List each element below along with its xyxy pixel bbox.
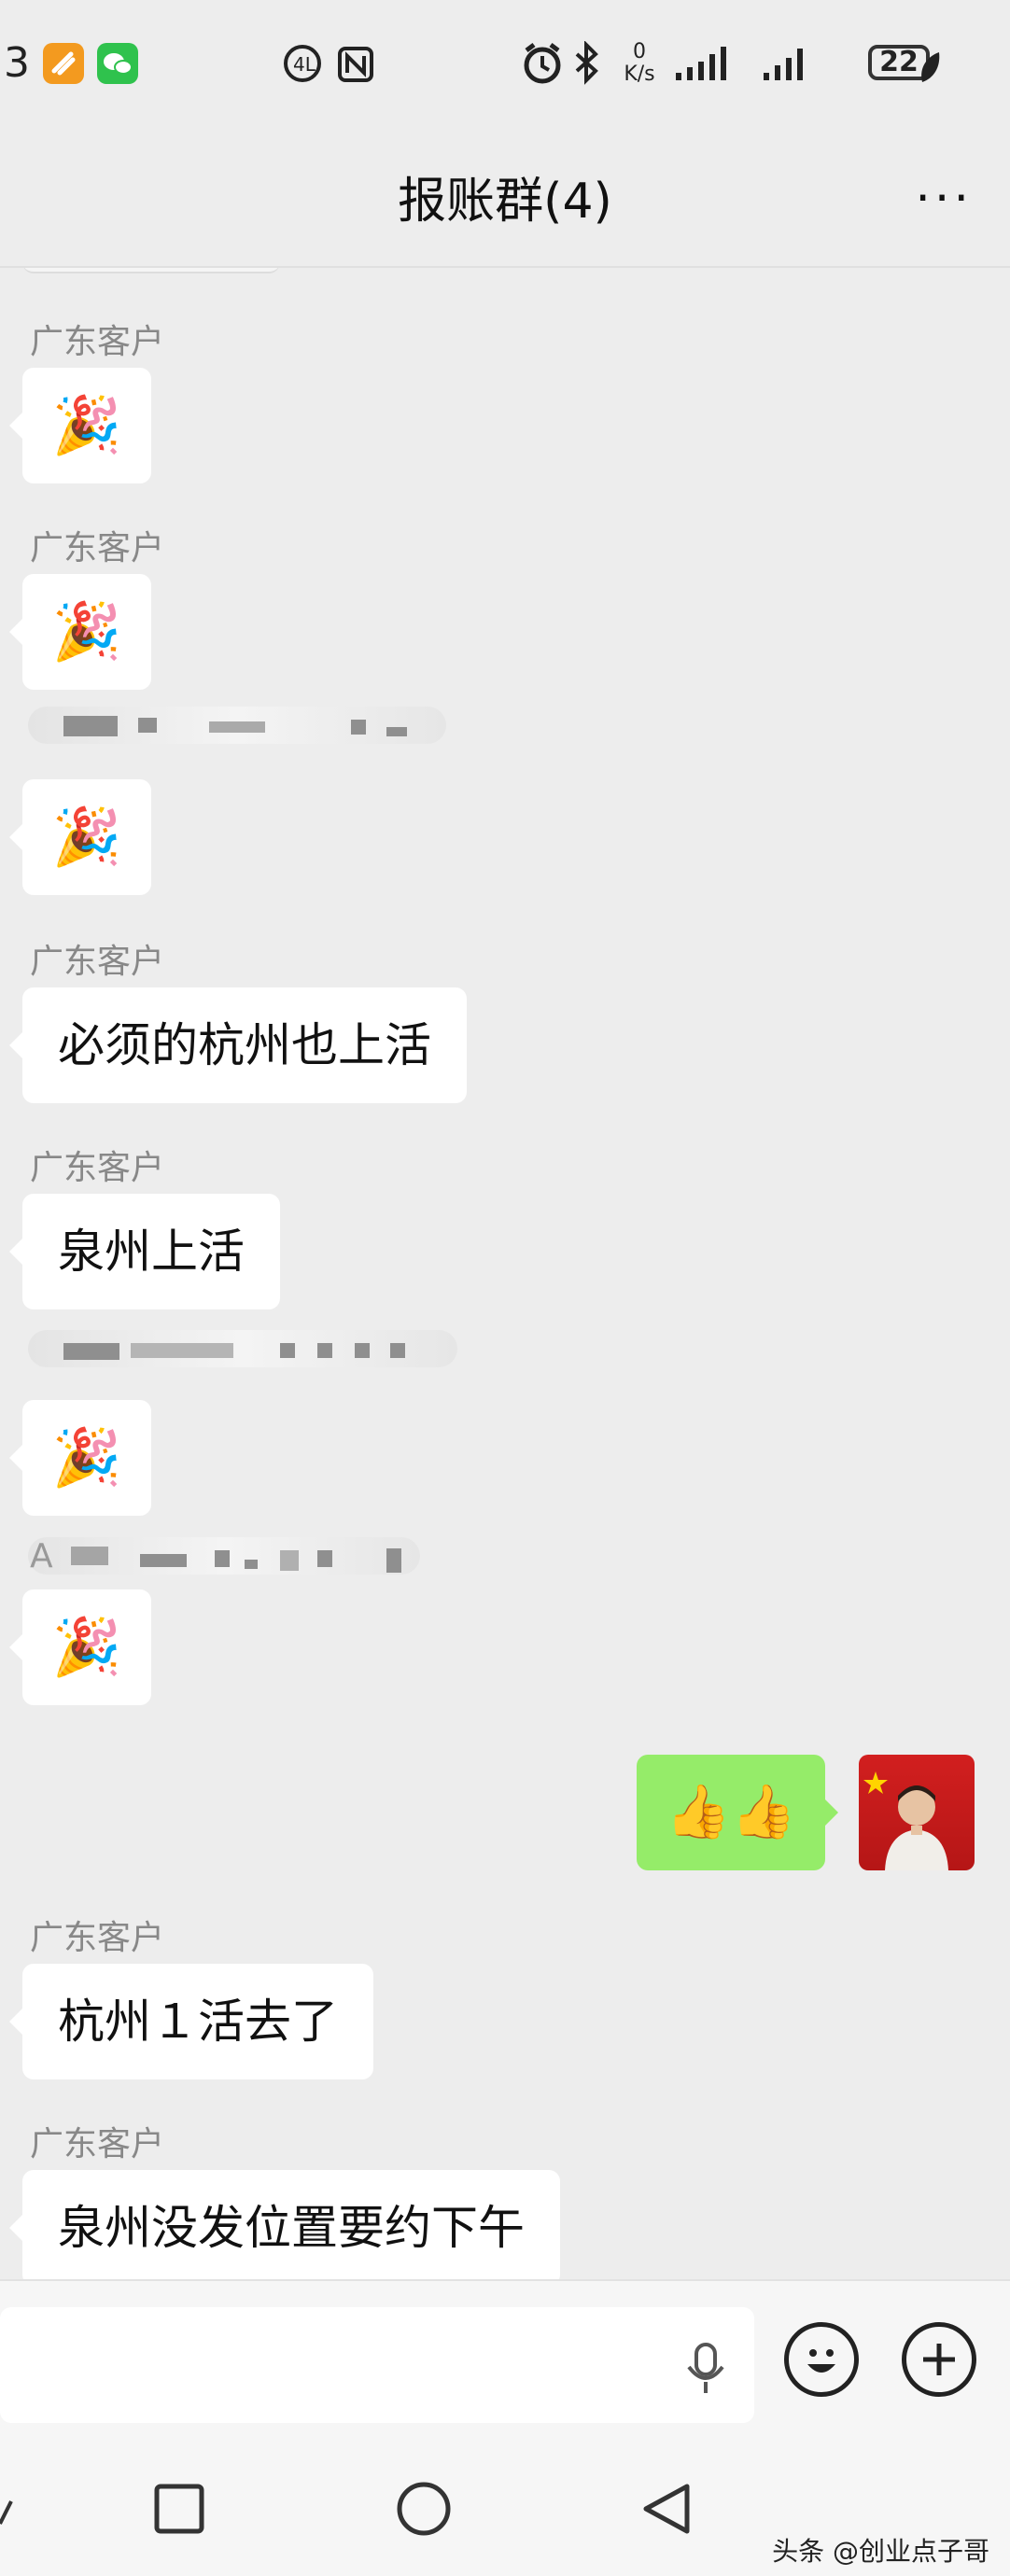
chat-title: 报账群(4): [398, 174, 612, 230]
more-options-button[interactable]: ···: [915, 171, 973, 227]
recents-square-icon[interactable]: [153, 2483, 205, 2539]
text-bubble[interactable]: 必须的杭州也上活: [9, 987, 467, 1103]
signal-icon-1: [676, 45, 743, 86]
pixel-block: [63, 716, 118, 736]
pixel-block: [245, 1560, 258, 1569]
svg-text:4L: 4L: [293, 53, 316, 76]
microphone-icon[interactable]: [685, 2343, 726, 2399]
sender-name: 广东客户: [30, 323, 165, 361]
wechat-icon: [97, 43, 138, 84]
text-bubble[interactable]: 杭州１活去了: [9, 1964, 373, 2079]
sender-name: 广东客户: [30, 2125, 165, 2163]
sender-name: 广东客户: [30, 1919, 165, 1957]
nfc-icon: 4L: [282, 43, 375, 88]
pixel-block: [351, 720, 366, 735]
status-time: 3: [4, 39, 30, 87]
message-input-bar: [0, 2279, 1010, 2440]
text-bubble[interactable]: 泉州没发位置要约下午: [9, 2170, 560, 2279]
home-circle-icon[interactable]: [396, 2481, 452, 2541]
chat-header: 报账群(4) ···: [0, 135, 1010, 268]
leaf-icon: [915, 49, 943, 90]
pixel-block: [140, 1554, 187, 1567]
partial-bubble: [22, 268, 280, 273]
pixel-block: [63, 1343, 119, 1360]
pixel-block: [317, 1343, 332, 1358]
sender-name: A: [30, 1537, 53, 1575]
outgoing-emoji-bubble[interactable]: 👍👍: [637, 1755, 838, 1870]
alarm-icon: [519, 41, 566, 90]
partial-nav-icon: [0, 2492, 19, 2533]
pixel-block: [386, 727, 407, 736]
pixel-block: [280, 1550, 299, 1571]
pixel-block: [280, 1343, 295, 1358]
system-nav-bar: 头条 @创业点子哥: [0, 2438, 1010, 2576]
emoji-bubble[interactable]: 🎉: [9, 779, 151, 895]
watermark: 头条 @创业点子哥: [772, 2536, 989, 2567]
emoji-bubble[interactable]: 🎉: [9, 1400, 151, 1516]
emoji-bubble[interactable]: 🎉: [9, 574, 151, 690]
my-avatar[interactable]: [859, 1755, 975, 1870]
net-speed-value: 0: [633, 40, 646, 63]
text-bubble[interactable]: 泉州上活: [9, 1194, 280, 1309]
sender-name: 广东客户: [30, 943, 165, 981]
signal-icon-2: [764, 45, 820, 86]
sender-name: 广东客户: [30, 529, 165, 567]
pixel-block: [215, 1550, 230, 1567]
pixel-block: [390, 1343, 405, 1358]
pixel-block: [138, 718, 157, 733]
bluetooth-icon: [571, 40, 603, 90]
net-speed: 0 K/s: [616, 41, 663, 86]
net-speed-unit: K/s: [624, 63, 655, 86]
message-input[interactable]: [0, 2307, 754, 2423]
emoji-bubble[interactable]: 🎉: [9, 1589, 151, 1705]
pixel-block: [209, 721, 265, 733]
pixel-block: [71, 1547, 108, 1565]
back-triangle-icon[interactable]: [640, 2481, 693, 2541]
message-list[interactable]: 广东客户 🎉 广东客户 🎉 🎉 广东客户 必须的杭州也上活 广东客户 泉州上活 …: [0, 268, 1010, 2279]
pixel-block: [386, 1548, 401, 1573]
pixel-block: [355, 1343, 370, 1358]
status-bar: 3 4L 0 K/s 22: [0, 0, 1010, 135]
emoji-bubble[interactable]: 🎉: [9, 368, 151, 483]
notification-app-icon: [43, 43, 84, 84]
pixel-block: [317, 1550, 332, 1567]
emoji-button[interactable]: [784, 2322, 859, 2397]
plus-button[interactable]: [902, 2322, 976, 2397]
sender-name: 广东客户: [30, 1149, 165, 1187]
pixel-block: [131, 1343, 233, 1358]
